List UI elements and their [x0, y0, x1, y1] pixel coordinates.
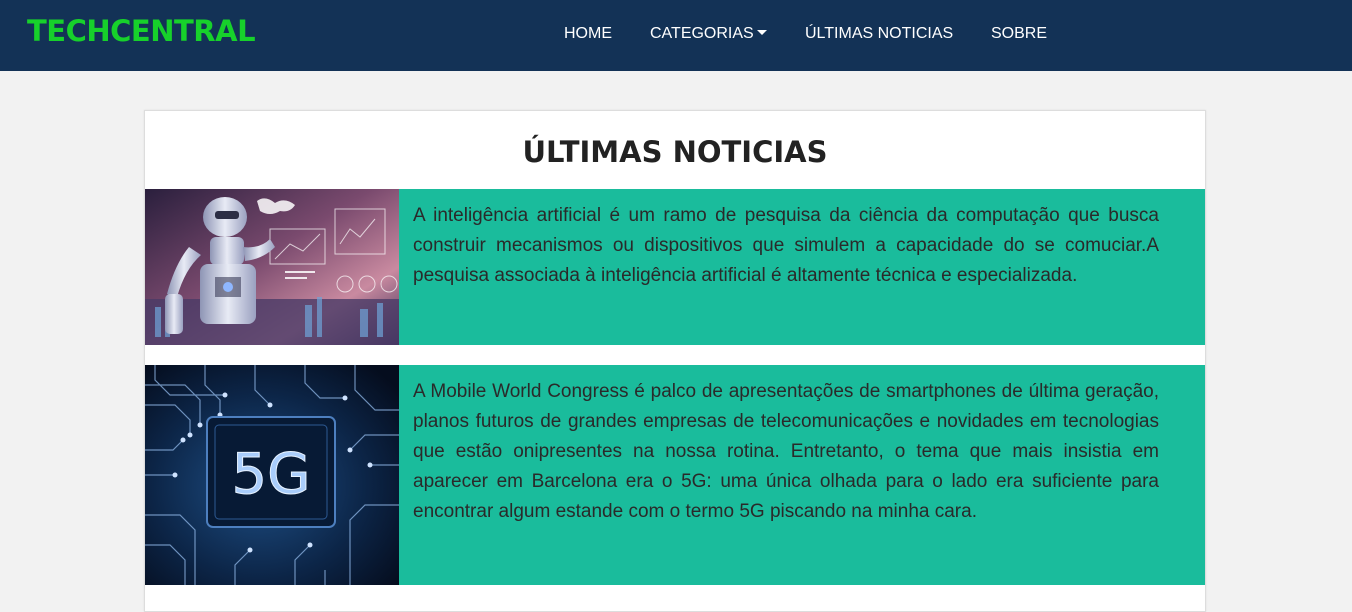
nav-sobre[interactable]: SOBRE [991, 24, 1047, 44]
news-item-ai[interactable]: A inteligência artificial é um ramo de p… [145, 189, 1205, 345]
5g-label: 5G [231, 442, 310, 507]
page-scrollbar[interactable] [1344, 71, 1352, 583]
5g-chip-illustration: 5G [145, 365, 399, 585]
nav-home[interactable]: HOME [564, 24, 612, 44]
nav-home-label: HOME [564, 25, 612, 42]
news-text-ai: A inteligência artificial é um ramo de p… [413, 205, 1159, 286]
nav-ultimas-noticias-label: ÚLTIMAS NOTICIAS [805, 25, 954, 42]
brand-logo[interactable]: TECHCENTRAL [27, 14, 256, 48]
page-title: ÚLTIMAS NOTICIAS [522, 135, 828, 169]
navbar: TECHCENTRAL HOME CATEGORIAS ÚLTIMAS NOTI… [0, 0, 1352, 71]
nav-categorias-label: CATEGORIAS [650, 25, 754, 42]
nav-categorias-dropdown[interactable]: CATEGORIAS [650, 24, 767, 44]
news-text-5g: A Mobile World Congress é palco de apres… [413, 381, 1159, 522]
nav-ultimas-noticias[interactable]: ÚLTIMAS NOTICIAS [805, 24, 953, 44]
nav-sobre-label: SOBRE [991, 25, 1048, 42]
robot-ai-image[interactable] [145, 189, 399, 345]
news-item-5g[interactable]: 5G A Mobile World Congress é palco de ap… [145, 365, 1205, 585]
news-card: ÚLTIMAS NOTICIAS A inteligência artifici… [144, 110, 1206, 612]
5g-chip-image[interactable]: 5G [145, 365, 399, 585]
caret-down-icon [756, 29, 767, 35]
robot-ai-illustration [145, 189, 399, 345]
